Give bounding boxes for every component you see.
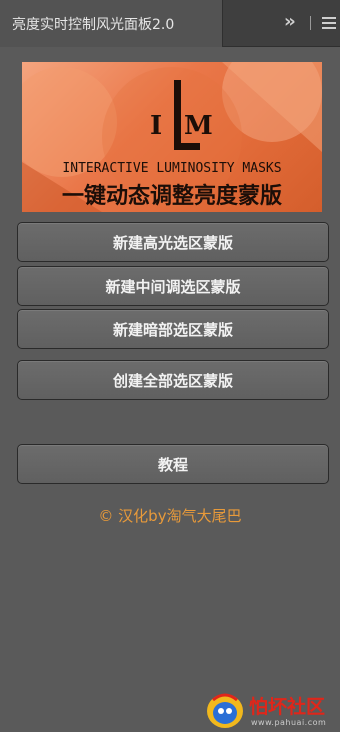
new-midtone-mask-button[interactable]: 新建中间调选区蒙版 xyxy=(17,266,329,306)
banner-subtitle: INTERACTIVE LUMINOSITY MASKS xyxy=(62,161,282,176)
svg-text:M: M xyxy=(184,111,213,141)
site-watermark: 怕坏社区 www.pahuai.com xyxy=(205,690,340,732)
watermark-logo-icon xyxy=(207,693,243,728)
tutorial-button[interactable]: 教程 xyxy=(17,444,329,484)
new-shadow-mask-button[interactable]: 新建暗部选区蒙版 xyxy=(17,309,329,349)
panel-tab[interactable]: 亮度实时控制风光面板2.0 xyxy=(0,0,223,47)
credit-text: © 汉化by淘气大尾巴 xyxy=(98,507,242,525)
panel-header: 亮度实时控制风光面板2.0 ›› xyxy=(0,0,340,47)
create-all-masks-button[interactable]: 创建全部选区蒙版 xyxy=(17,360,329,400)
new-highlight-mask-button[interactable]: 新建高光选区蒙版 xyxy=(17,222,329,262)
ilm-banner: I M INTERACTIVE LUMINOSITY MASKS 一键动态调整亮… xyxy=(22,62,322,212)
banner-title: 一键动态调整亮度蒙版 xyxy=(61,184,282,209)
double-chevron-right-icon[interactable]: ›› xyxy=(284,11,296,32)
hamburger-menu-icon[interactable] xyxy=(322,17,336,29)
panel-tab-title: 亮度实时控制风光面板2.0 xyxy=(12,17,175,33)
watermark-url: www.pahuai.com xyxy=(251,718,327,727)
svg-text:I: I xyxy=(150,111,162,141)
header-divider xyxy=(310,16,311,30)
watermark-name: 怕坏社区 xyxy=(249,696,326,718)
